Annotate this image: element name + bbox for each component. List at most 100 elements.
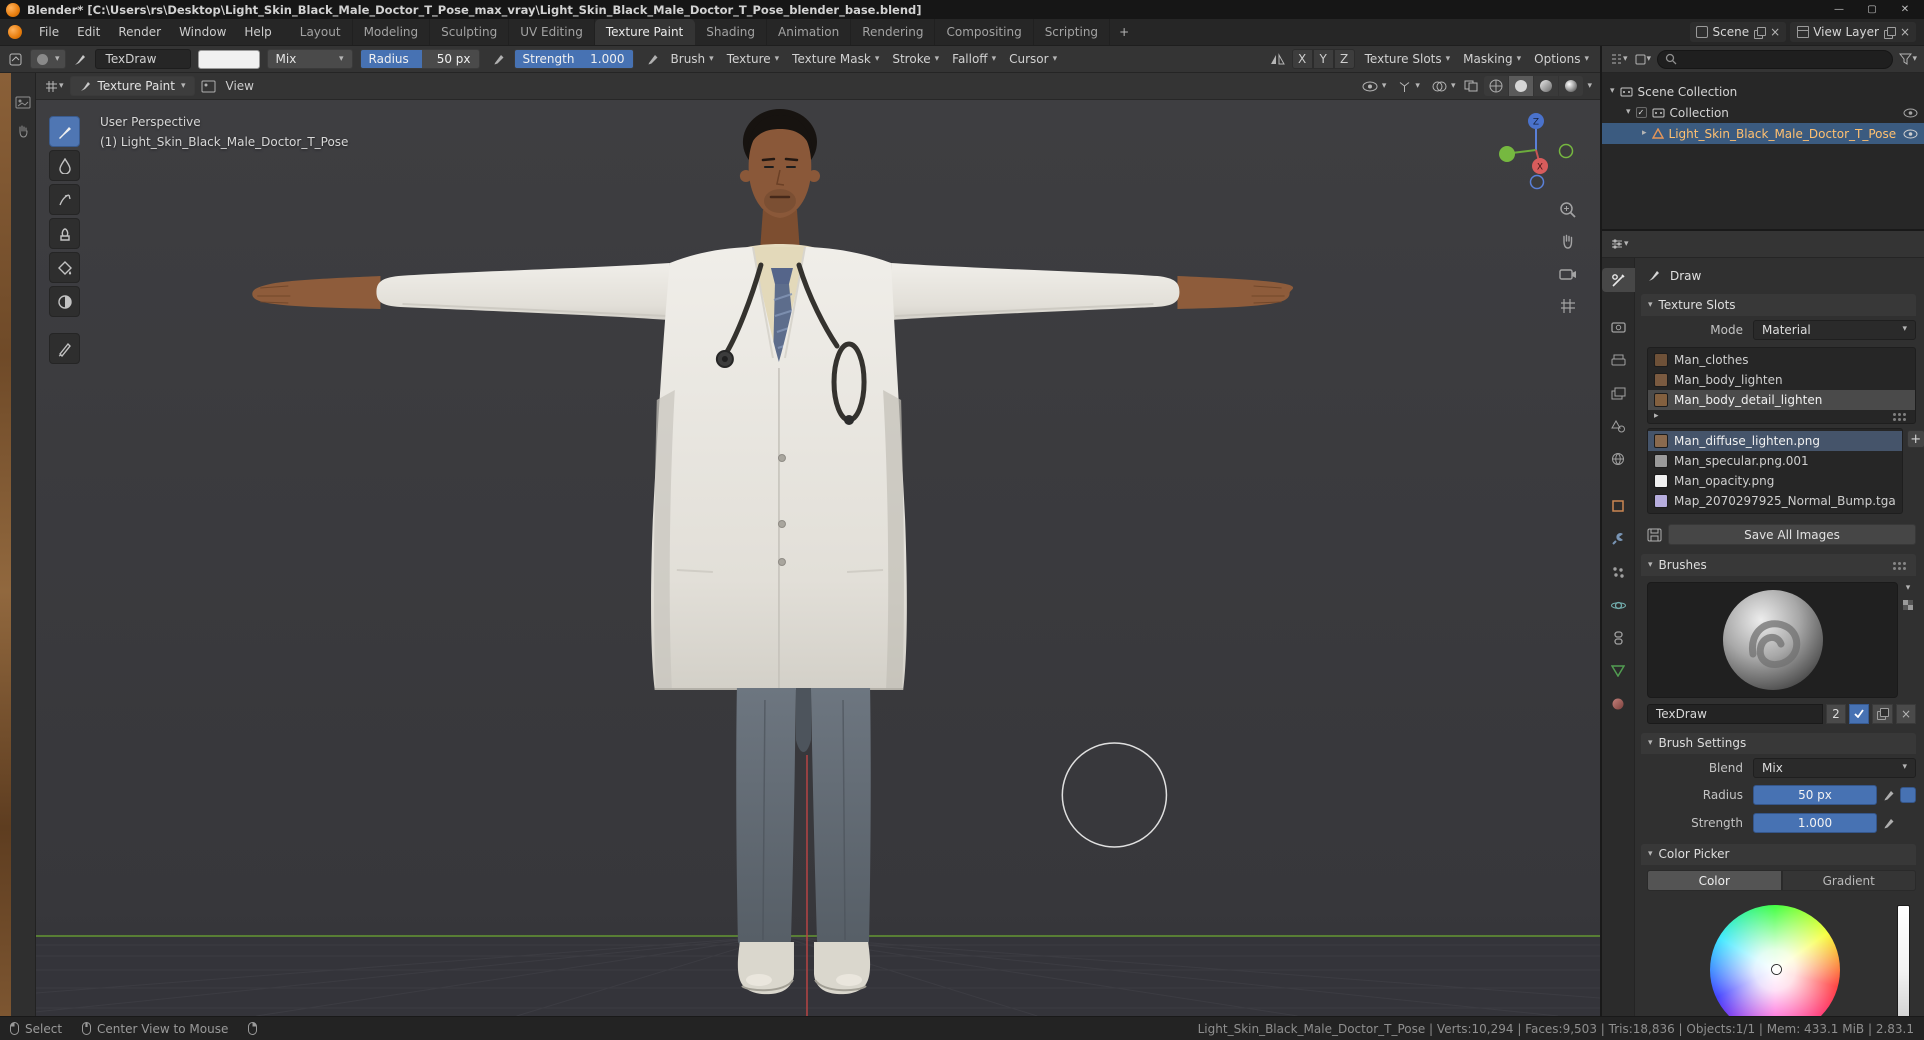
navigation-gizmo[interactable]: Z X [1490,104,1582,196]
soften-tool-button[interactable] [49,150,80,181]
gizmo-z-negative-axis[interactable] [1529,174,1545,190]
mirror-x-toggle[interactable]: X [1291,49,1313,69]
texture-popover[interactable]: Texture [724,52,782,66]
fill-tool-button[interactable] [49,252,80,283]
tab-constraints[interactable] [1602,626,1635,650]
tab-sculpting[interactable]: Sculpting [430,19,510,45]
shading-popover-chevron-icon[interactable] [1587,76,1592,96]
pan-tool-icon[interactable] [15,123,31,139]
brush-datablock-selector[interactable] [30,49,66,69]
image-row-normal-bump[interactable]: Map_2070297925_Normal_Bump.tga [1648,491,1902,511]
fake-user-toggle[interactable] [1848,703,1869,724]
gizmo-y-axis[interactable] [1499,146,1515,162]
tab-animation[interactable]: Animation [767,19,852,45]
paint-color-swatch[interactable] [197,49,260,69]
texture-mask-popover[interactable]: Texture Mask [789,52,882,66]
scene-collection-label[interactable]: Scene Collection [1638,85,1918,99]
color-wheel-cursor[interactable] [1771,965,1781,975]
menu-file[interactable]: File [30,19,68,45]
texture-slots-popover[interactable]: Texture Slots [1362,52,1454,66]
smear-tool-button[interactable] [49,184,80,215]
radius-pressure-icon[interactable] [1881,787,1897,803]
list-resize-grip[interactable] [1893,412,1909,421]
tab-uv-editing[interactable]: UV Editing [509,19,595,45]
value-slider[interactable] [1897,905,1910,1016]
new-view-layer-icon[interactable] [1883,26,1896,39]
close-button[interactable]: ✕ [1892,2,1918,17]
disclosure-icon[interactable] [1642,129,1647,138]
menu-render[interactable]: Render [109,19,170,45]
minimize-button[interactable]: — [1826,2,1852,17]
brush-name-field[interactable]: TexDraw [94,49,191,69]
app-menu-button[interactable] [0,19,30,45]
image-row-diffuse[interactable]: Man_diffuse_lighten.png [1648,431,1902,452]
camera-view-button[interactable] [1558,264,1578,284]
brush-icon[interactable] [73,52,88,67]
display-mode-button[interactable] [1634,53,1652,66]
radius-pressure-icon[interactable] [491,51,507,67]
blend-mode-dropdown[interactable]: Mix [266,49,353,69]
collection-checkbox[interactable]: ✓ [1635,107,1647,118]
window-titlebar[interactable]: Blender* [C:\Users\rs\Desktop\Light_Skin… [0,0,1924,19]
tab-shading[interactable]: Shading [695,19,767,45]
outliner-search-input[interactable] [1657,49,1894,69]
tab-render[interactable] [1602,315,1635,339]
tab-modeling[interactable]: Modeling [353,19,431,45]
color-tab[interactable]: Color [1647,870,1782,892]
tab-compositing[interactable]: Compositing [935,19,1034,45]
properties-editor-type-button[interactable] [1610,237,1629,251]
strength-slider[interactable]: Strength 1.000 [513,49,634,69]
object-label[interactable]: Light_Skin_Black_Male_Doctor_T_Pose [1669,127,1898,141]
radius-slider[interactable]: Radius 50 px [359,49,480,69]
collection-label[interactable]: Collection [1670,106,1898,120]
image-row-opacity[interactable]: Man_opacity.png [1648,471,1902,491]
tab-texture-paint[interactable]: Texture Paint [594,19,696,45]
shading-material-button[interactable] [1534,76,1559,96]
visibility-popover[interactable] [1359,81,1390,92]
panel-grip[interactable] [1893,561,1909,570]
brush-name-field[interactable]: TexDraw [1647,703,1823,724]
tab-physics[interactable] [1602,593,1635,617]
strength-pressure-icon[interactable] [645,51,661,67]
add-texture-slot-button[interactable] [1906,430,1924,449]
tab-object[interactable] [1602,494,1635,518]
strength-slider[interactable]: 1.000 [1753,812,1877,833]
cursor-popover[interactable]: Cursor [1006,52,1060,66]
tab-modifiers[interactable] [1602,527,1635,551]
viewport-3d[interactable]: Texture Paint View [36,73,1600,1016]
stroke-popover[interactable]: Stroke [889,52,942,66]
annotate-tool-button[interactable] [49,333,80,364]
clone-tool-button[interactable] [49,218,80,249]
mirror-y-toggle[interactable]: Y [1312,49,1334,69]
gizmo-y-negative-axis[interactable] [1558,143,1574,159]
tab-layout[interactable]: Layout [289,19,353,45]
outliner-row-doctor-object[interactable]: Light_Skin_Black_Male_Doctor_T_Pose [1602,123,1924,144]
xray-toggle[interactable] [1464,80,1478,92]
gizmos-popover[interactable] [1395,80,1423,93]
slot-row-man-body-detail-lighten[interactable]: Man_body_detail_lighten [1648,390,1915,411]
perspective-toggle-button[interactable] [1558,296,1578,316]
eye-icon[interactable] [1903,108,1918,118]
shading-wireframe-button[interactable] [1484,76,1509,96]
view-menu[interactable]: View [222,79,258,93]
outliner-editor-type-button[interactable] [1609,52,1628,66]
disclosure-icon[interactable] [1610,87,1615,96]
unified-radius-toggle[interactable] [1900,787,1916,804]
outliner-row-collection[interactable]: ✓ Collection [1602,102,1924,123]
masking-popover[interactable]: Masking [1460,52,1524,66]
unlink-brush-button[interactable] [1895,703,1916,724]
options-popover[interactable]: Options [1531,52,1592,66]
unlink-scene-icon[interactable] [1770,26,1780,38]
gradient-tab[interactable]: Gradient [1781,870,1916,892]
viewport-3d-scene[interactable] [36,100,1600,1016]
eye-icon[interactable] [1903,129,1918,139]
draw-tool-button[interactable] [49,116,80,147]
slot-row-man-clothes[interactable]: Man_clothes [1648,350,1915,370]
filter-button[interactable] [1899,53,1917,65]
zoom-view-button[interactable] [1558,200,1578,220]
image-row-specular[interactable]: Man_specular.png.001 [1648,451,1902,471]
side-image-editor[interactable] [0,73,36,1016]
radius-slider[interactable]: 50 px [1753,785,1877,806]
editor-type-button[interactable] [44,79,64,94]
tab-output[interactable] [1602,348,1635,372]
